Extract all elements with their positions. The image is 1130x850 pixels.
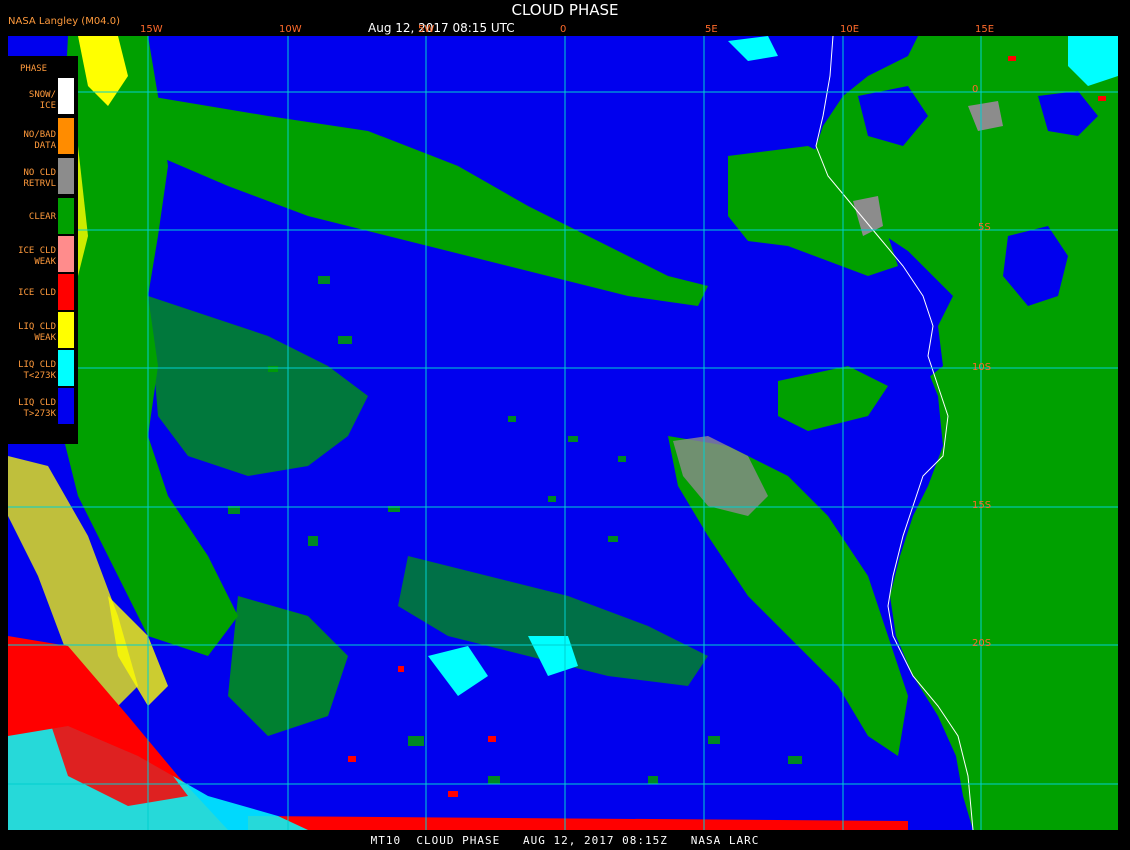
- legend-item-no-bad-data: NO/BAD DATA: [8, 118, 78, 156]
- legend-label: SNOW/ ICE: [28, 90, 56, 111]
- legend-item-clear: CLEAR: [8, 198, 78, 236]
- legend-label: LIQ CLD T>273K: [18, 398, 56, 419]
- legend-swatch: [58, 198, 74, 234]
- legend-swatch: [58, 388, 74, 424]
- legend-label: LIQ CLD T<273K: [18, 360, 56, 381]
- legend-swatch: [58, 350, 74, 386]
- lat-label-15s: 15S: [972, 500, 992, 511]
- map-imagery: [8, 36, 1118, 830]
- legend-item-ice-cld-weak: ICE CLD WEAK: [8, 236, 78, 274]
- lon-label-10w: 10W: [279, 24, 302, 35]
- footer-bar: MT10 CLOUD PHASE AUG 12, 2017 08:15Z NAS…: [0, 832, 1130, 850]
- lat-label-20s: 20S: [972, 638, 992, 649]
- lon-label-15e: 15E: [975, 24, 995, 35]
- lon-label-5w: 5W: [418, 24, 435, 35]
- map-title: CLOUD PHASE: [511, 1, 619, 19]
- lat-label-10s: 10S: [972, 362, 992, 373]
- legend-item-ice-cld: ICE CLD: [8, 274, 78, 312]
- legend-label: ICE CLD: [18, 288, 56, 298]
- phase-legend: PHASE SNOW/ ICE NO/BAD DATA NO CLD RETRV…: [8, 56, 78, 444]
- lon-label-10e: 10E: [840, 24, 860, 35]
- lon-label-15w: 15W: [140, 24, 163, 35]
- legend-swatch: [58, 236, 74, 272]
- legend-label: NO CLD RETRVL: [23, 168, 56, 189]
- legend-swatch: [58, 274, 74, 310]
- lon-label-5e: 5E: [705, 24, 718, 35]
- legend-item-liq-cld-weak: LIQ CLD WEAK: [8, 312, 78, 350]
- legend-item-no-cld-retrvl: NO CLD RETRVL: [8, 158, 78, 196]
- legend-label: ICE CLD WEAK: [18, 246, 56, 267]
- lat-label-0: 0: [972, 84, 979, 95]
- legend-item-snow-ice: SNOW/ ICE: [8, 78, 78, 116]
- legend-swatch: [58, 158, 74, 194]
- legend-label: NO/BAD DATA: [23, 130, 56, 151]
- map-timestamp: Aug 12, 2017 08:15 UTC: [368, 21, 515, 35]
- legend-swatch: [58, 312, 74, 348]
- legend-label: LIQ CLD WEAK: [18, 322, 56, 343]
- lat-label-5s: 5S: [978, 222, 991, 233]
- legend-item-liq-cld-cold: LIQ CLD T<273K: [8, 350, 78, 388]
- cloud-phase-map[interactable]: [8, 36, 1118, 830]
- footer-caption: MT10 CLOUD PHASE AUG 12, 2017 08:15Z NAS…: [370, 834, 760, 847]
- legend-swatch: [58, 78, 74, 114]
- legend-label: CLEAR: [28, 212, 56, 222]
- legend-swatch: [58, 118, 74, 154]
- legend-title: PHASE: [20, 64, 48, 74]
- legend-item-liq-cld-warm: LIQ CLD T>273K: [8, 388, 78, 426]
- lon-label-0: 0: [560, 24, 567, 35]
